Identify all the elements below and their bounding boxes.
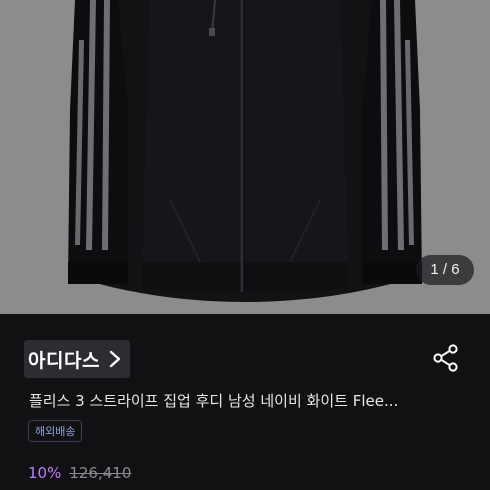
share-icon[interactable] — [432, 344, 460, 372]
price-row: 10% 126,410 — [28, 464, 131, 482]
image-page-indicator: 1 / 6 — [416, 255, 474, 285]
discount-rate: 10% — [28, 464, 62, 482]
brand-name: 아디다스 — [28, 349, 100, 372]
chevron-right-icon — [108, 350, 122, 368]
product-info: 아디다스 플리스 3 스트라이프 집업 후디 남성 네이비 화이트 Flee..… — [0, 314, 490, 490]
product-detail-page: 1 / 6 아디다스 플리스 3 스트라이프 집업 후디 남성 네이비 화이트 … — [0, 0, 490, 490]
product-image[interactable]: 1 / 6 — [0, 0, 490, 314]
overseas-shipping-badge: 해외배송 — [28, 420, 83, 442]
brand-link[interactable]: 아디다스 — [24, 340, 130, 378]
original-price: 126,410 — [69, 464, 132, 482]
product-title: 플리스 3 스트라이프 집업 후디 남성 네이비 화이트 Flee... — [29, 392, 399, 410]
